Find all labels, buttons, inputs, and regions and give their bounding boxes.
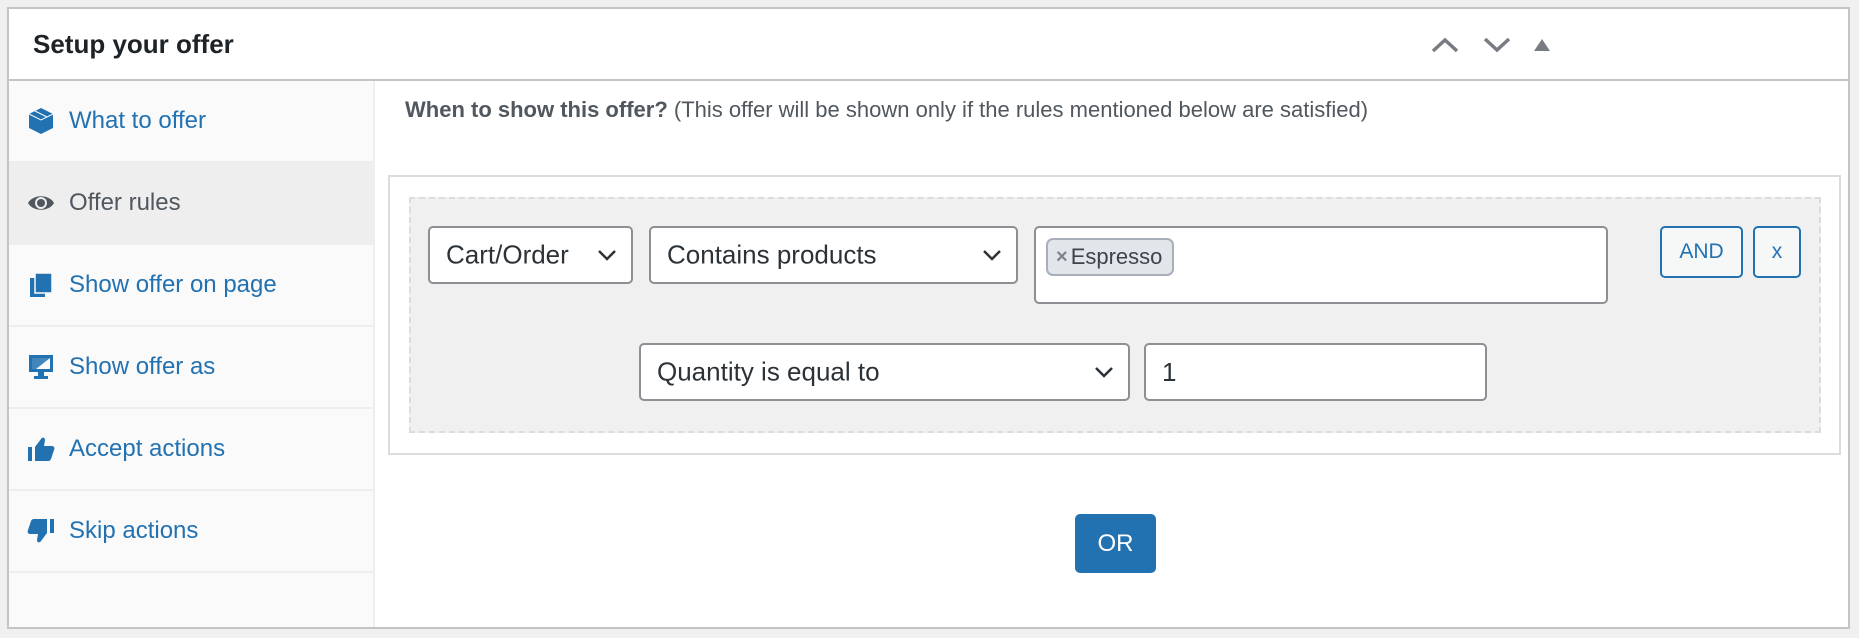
thumbs-up-icon — [27, 435, 55, 463]
chevron-up-icon — [1431, 37, 1459, 53]
desktop-icon — [27, 353, 55, 381]
sidebar-item-accept-actions[interactable]: Accept actions — [9, 409, 373, 491]
triangle-up-icon — [1534, 39, 1550, 51]
chevron-down-icon — [598, 250, 616, 261]
remove-rule-button[interactable]: x — [1753, 226, 1801, 278]
rule-group: Cart/Order Contains products × Espresso … — [409, 197, 1821, 433]
products-multiselect[interactable]: × Espresso — [1034, 226, 1608, 304]
chevron-down-icon — [1483, 37, 1511, 53]
move-up-button[interactable] — [1427, 27, 1463, 63]
rules-question: When to show this offer? — [405, 97, 668, 122]
remove-tag-icon[interactable]: × — [1056, 246, 1068, 269]
rules-container: Cart/Order Contains products × Espresso … — [388, 175, 1841, 455]
rules-hint: (This offer will be shown only if the ru… — [673, 97, 1369, 122]
sidebar-item-show-offer-as[interactable]: Show offer as — [9, 327, 373, 409]
panel-title: Setup your offer — [33, 29, 234, 59]
condition-select[interactable]: Contains products — [649, 226, 1018, 284]
sidebar-item-label: Show offer on page — [69, 271, 277, 298]
quantity-condition-value: Quantity is equal to — [657, 356, 880, 387]
sidebar-item-label: Offer rules — [69, 189, 181, 216]
sidebar-item-label: What to offer — [69, 107, 206, 134]
rules-description: When to show this offer? (This offer wil… — [405, 97, 1368, 123]
sidebar-item-show-offer-on-page[interactable]: Show offer on page — [9, 245, 373, 327]
move-down-button[interactable] — [1479, 27, 1515, 63]
sidebar-item-offer-rules[interactable]: Offer rules — [9, 163, 373, 245]
product-tag-label: Espresso — [1070, 244, 1163, 269]
toggle-panel-button[interactable] — [1524, 27, 1560, 63]
quantity-condition-select[interactable]: Quantity is equal to — [639, 343, 1130, 401]
sidebar-item-label: Skip actions — [69, 517, 199, 544]
subject-select-value: Cart/Order — [446, 239, 569, 270]
offer-sidebar: What to offer Offer rules Show offer on … — [9, 81, 375, 627]
sidebar-item-label: Accept actions — [69, 435, 226, 462]
eye-icon — [27, 189, 55, 217]
pages-icon — [27, 271, 55, 299]
chevron-down-icon — [1095, 367, 1113, 378]
sidebar-item-what-to-offer[interactable]: What to offer — [9, 81, 373, 163]
quantity-input[interactable]: 1 — [1144, 343, 1487, 401]
or-button[interactable]: OR — [1075, 514, 1156, 573]
subject-select[interactable]: Cart/Order — [428, 226, 633, 284]
and-button[interactable]: AND — [1660, 226, 1743, 278]
sidebar-item-skip-actions[interactable]: Skip actions — [9, 491, 373, 573]
thumbs-down-icon — [27, 517, 55, 545]
product-tag: × Espresso — [1046, 238, 1175, 276]
setup-offer-panel: Setup your offer What to offer Offer rul… — [7, 7, 1850, 629]
condition-select-value: Contains products — [667, 239, 877, 270]
chevron-down-icon — [983, 250, 1001, 261]
panel-header: Setup your offer — [9, 9, 1848, 81]
cube-icon — [27, 107, 55, 135]
sidebar-item-label: Show offer as — [69, 353, 216, 380]
